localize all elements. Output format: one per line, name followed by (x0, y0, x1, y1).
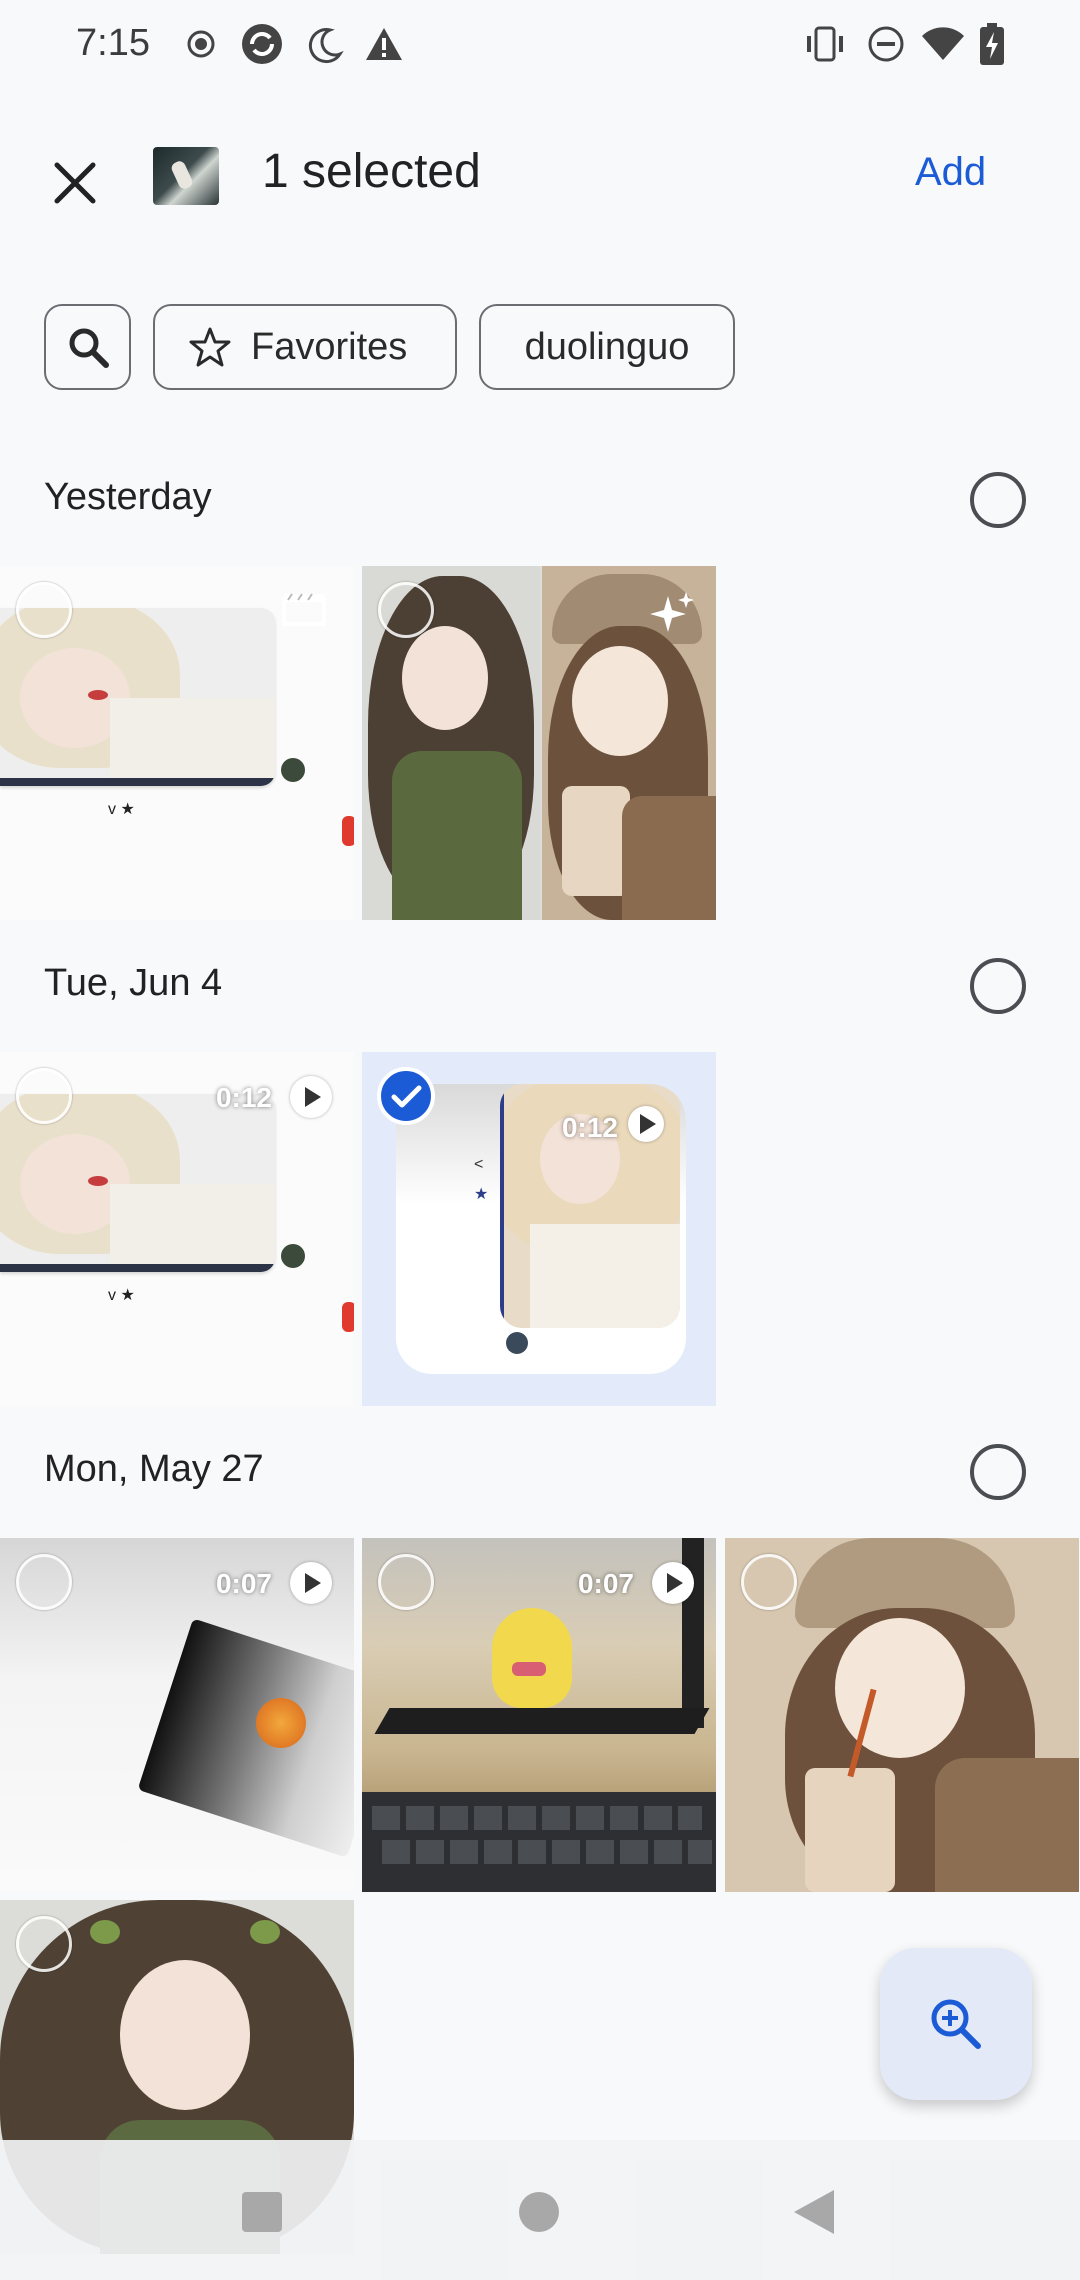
close-button[interactable] (42, 150, 108, 216)
section-select-checkbox[interactable] (970, 472, 1026, 528)
alert-icon (364, 22, 404, 66)
vibrate-icon (804, 22, 846, 66)
selection-count: 1 selected (262, 145, 481, 198)
status-bar: 7:15 (0, 0, 1080, 90)
play-icon (628, 1106, 664, 1142)
add-button[interactable]: Add (915, 150, 986, 195)
recents-button[interactable] (242, 2192, 282, 2232)
search-chip[interactable] (44, 304, 131, 390)
search-icon (69, 328, 109, 368)
tile-select-checkbox[interactable] (741, 1554, 797, 1610)
favorites-chip[interactable]: Favorites (153, 304, 457, 390)
section-title: Mon, May 27 (44, 1448, 264, 1490)
clapperboard-icon (282, 593, 326, 626)
section-select-checkbox[interactable] (970, 1444, 1026, 1500)
play-icon (290, 1562, 332, 1604)
star-icon (189, 327, 231, 367)
play-icon (652, 1562, 694, 1604)
video-duration: 0:07 (577, 1568, 634, 1599)
tile-select-checkbox[interactable] (378, 1554, 434, 1610)
tile-select-checkbox[interactable] (16, 1554, 72, 1610)
photo-tile[interactable]: v ★ (0, 566, 354, 920)
tile-select-checkbox[interactable] (16, 1068, 72, 1124)
system-navigation-bar (0, 2140, 1080, 2280)
section-select-checkbox[interactable] (970, 958, 1026, 1014)
duolinguo-chip[interactable]: duolinguo (479, 304, 735, 390)
home-button[interactable] (519, 2192, 559, 2232)
battery-charging-icon (978, 22, 1006, 66)
video-duration: 0:12 (561, 1112, 618, 1143)
play-icon (290, 1076, 332, 1118)
record-icon (186, 22, 216, 66)
close-icon (54, 162, 96, 204)
bedtime-icon (304, 22, 344, 66)
section-title: Yesterday (44, 476, 212, 518)
tile-select-checkbox[interactable] (378, 582, 434, 638)
video-tile[interactable]: 0:07 (362, 1538, 716, 1892)
dnd-icon (866, 22, 906, 66)
video-duration: 0:12 (215, 1082, 272, 1113)
zoom-in-button[interactable] (880, 1948, 1032, 2100)
photo-tile[interactable] (362, 566, 716, 920)
video-tile-selected[interactable]: < ★ 0:12 (362, 1052, 716, 1406)
video-duration: 0:07 (215, 1568, 272, 1599)
video-tile[interactable]: 0:07 (0, 1538, 354, 1892)
photo-tile[interactable] (725, 1538, 1079, 1892)
favorites-chip-label: Favorites (251, 325, 408, 368)
back-button[interactable] (794, 2190, 834, 2234)
tile-select-checkbox[interactable] (16, 1916, 72, 1972)
selection-app-bar: 1 selected Add (0, 120, 1080, 240)
selected-thumbnail (153, 147, 219, 205)
selected-checkmark-icon[interactable] (376, 1066, 436, 1126)
duolinguo-chip-label: duolinguo (524, 325, 690, 368)
sparkle-icon (650, 592, 694, 632)
zoom-in-icon (931, 1999, 981, 2049)
section-title: Tue, Jun 4 (44, 962, 223, 1004)
sync-icon (240, 22, 284, 66)
tile-image (137, 1618, 354, 1858)
wifi-icon (920, 22, 966, 66)
tile-select-checkbox[interactable] (16, 582, 72, 638)
video-tile[interactable]: v ★ 0:12 (0, 1052, 354, 1406)
status-time: 7:15 (76, 22, 150, 64)
